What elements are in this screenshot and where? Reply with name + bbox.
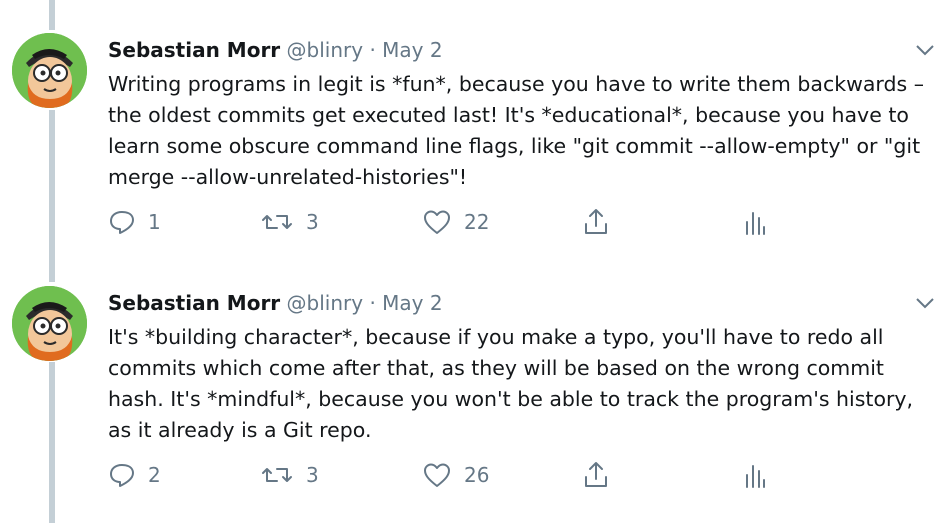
analytics-icon	[744, 208, 766, 236]
share-icon	[582, 207, 610, 237]
retweet-icon	[260, 208, 294, 236]
like-count: 22	[464, 210, 490, 234]
reply-count: 2	[148, 463, 161, 487]
like-button[interactable]: 26	[422, 459, 489, 491]
avatar[interactable]	[12, 33, 87, 108]
retweet-button[interactable]: 3	[260, 459, 319, 491]
retweet-count: 3	[306, 463, 319, 487]
tweet-header: Sebastian Morr @blinry · May 2	[108, 289, 443, 317]
like-icon	[422, 461, 452, 489]
author-name[interactable]: Sebastian Morr	[108, 38, 280, 62]
tweet-date[interactable]: May 2	[382, 291, 442, 315]
analytics-icon	[744, 461, 766, 489]
retweet-icon	[260, 461, 294, 489]
like-icon	[422, 208, 452, 236]
like-count: 26	[464, 463, 490, 487]
avatar[interactable]	[12, 286, 87, 361]
separator: ·	[369, 291, 376, 315]
tweet-text: Writing programs in legit is *fun*, beca…	[108, 72, 924, 189]
share-button[interactable]	[582, 206, 610, 238]
retweet-count: 3	[306, 210, 319, 234]
author-handle[interactable]: @blinry	[287, 38, 364, 62]
tweet-date[interactable]: May 2	[382, 38, 442, 62]
share-icon	[582, 460, 610, 490]
chevron-down-icon[interactable]	[913, 41, 937, 59]
tweet[interactable]: Sebastian Morr @blinry · May 2 Writing p…	[0, 0, 948, 262]
tweet[interactable]: Sebastian Morr @blinry · May 2 It's *bui…	[0, 253, 948, 515]
retweet-button[interactable]: 3	[260, 206, 319, 238]
reply-icon	[108, 461, 136, 489]
share-button[interactable]	[582, 459, 610, 491]
reply-icon	[108, 208, 136, 236]
tweet-text: It's *building character*, because if yo…	[108, 325, 914, 442]
reply-button[interactable]: 2	[108, 459, 161, 491]
chevron-down-icon[interactable]	[913, 294, 937, 312]
reply-button[interactable]: 1	[108, 206, 161, 238]
like-button[interactable]: 22	[422, 206, 489, 238]
analytics-button[interactable]	[744, 459, 766, 491]
tweet-actions: 2 3 26	[108, 459, 868, 491]
author-name[interactable]: Sebastian Morr	[108, 291, 280, 315]
separator: ·	[369, 38, 376, 62]
avatar-image	[12, 33, 87, 108]
tweet-header: Sebastian Morr @blinry · May 2	[108, 36, 443, 64]
author-handle[interactable]: @blinry	[287, 291, 364, 315]
avatar-image	[12, 286, 87, 361]
analytics-button[interactable]	[744, 206, 766, 238]
reply-count: 1	[148, 210, 161, 234]
tweet-actions: 1 3 22	[108, 206, 868, 238]
